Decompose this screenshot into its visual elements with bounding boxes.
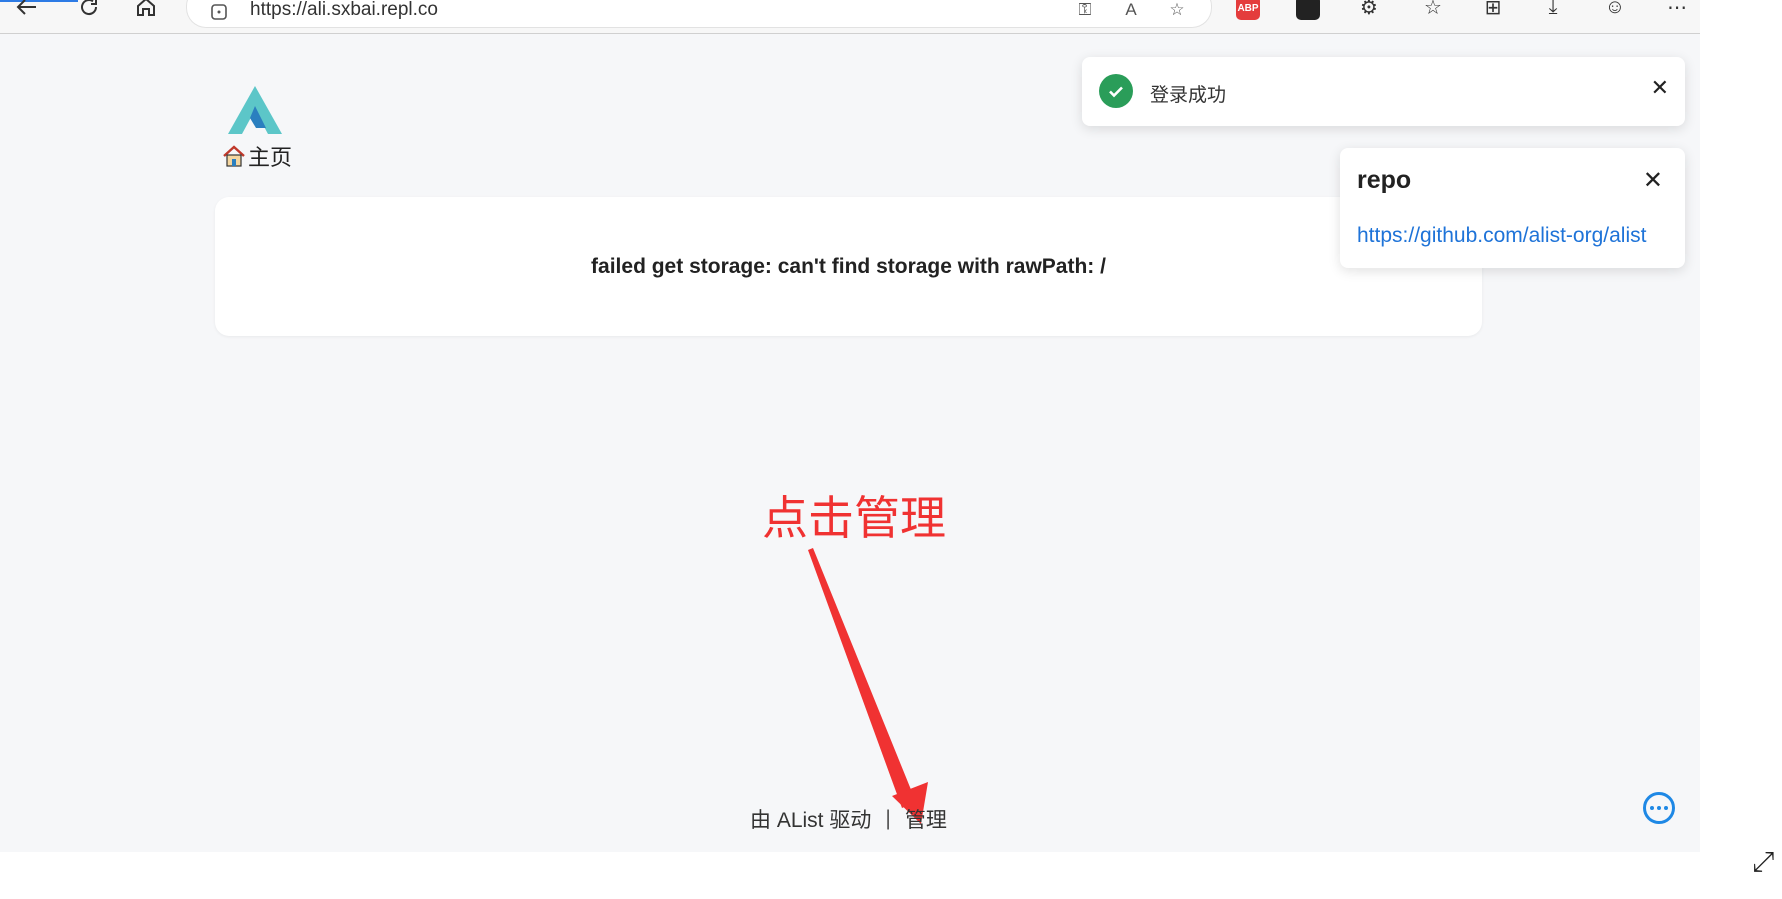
extensions-icon[interactable]: ⚙ (1356, 0, 1382, 20)
breadcrumb-home[interactable]: 主页 (248, 140, 292, 172)
browser-toolbar: https://ali.sxbai.repl.co ⚿ A ☆ ABP ⚙ ☆ … (0, 0, 1700, 34)
read-aloud-icon[interactable]: A (1120, 0, 1142, 22)
resize-handle-icon[interactable]: ⤢ (1752, 846, 1780, 880)
adblock-icon[interactable]: ABP (1236, 0, 1260, 20)
annotation-arrow (808, 548, 928, 824)
home-icon[interactable] (133, 0, 159, 20)
repo-notification: repo ✕ https://github.com/alist-org/alis… (1340, 148, 1685, 268)
favorites-icon[interactable]: ☆ (1420, 0, 1446, 20)
url-text[interactable]: https://ali.sxbai.repl.co (250, 0, 438, 21)
error-card: failed get storage: can't find storage w… (215, 197, 1482, 336)
site-info-icon[interactable] (210, 3, 228, 21)
repo-title: repo (1357, 166, 1412, 194)
add-favorite-icon[interactable]: ☆ (1166, 0, 1188, 22)
check-icon (1099, 74, 1133, 108)
error-message: failed get storage: can't find storage w… (591, 254, 1106, 278)
login-success-toast: 登录成功 ✕ (1082, 57, 1685, 126)
extension-icon[interactable] (1296, 0, 1320, 20)
repo-link[interactable]: https://github.com/alist-org/alist (1357, 224, 1646, 248)
dot-icon (1650, 806, 1654, 810)
house-icon (223, 145, 245, 167)
address-bar[interactable]: https://ali.sxbai.repl.co ⚿ A ☆ (186, 0, 1212, 28)
dot-icon (1664, 806, 1668, 810)
downloads-icon[interactable]: ⤓ (1540, 0, 1566, 20)
profile-avatar-icon[interactable]: ☺ (1602, 0, 1628, 20)
key-icon[interactable]: ⚿ (1074, 0, 1096, 22)
more-menu-icon[interactable]: ⋯ (1664, 0, 1690, 20)
close-icon[interactable]: ✕ (1651, 75, 1669, 101)
more-actions-button[interactable] (1643, 792, 1675, 824)
annotation-text: 点击管理 (762, 492, 946, 544)
refresh-icon[interactable] (76, 0, 102, 20)
manage-link[interactable]: 管理 (905, 804, 947, 834)
breadcrumb[interactable]: 主页 (222, 140, 292, 172)
footer: 由 AList 驱动 | 管理 (750, 804, 947, 834)
powered-by-text: 由 AList 驱动 (750, 809, 872, 832)
footer-separator: | (885, 807, 891, 830)
close-icon[interactable]: ✕ (1643, 166, 1663, 195)
dot-icon (1657, 806, 1661, 810)
collections-icon[interactable]: ⊞ (1480, 0, 1506, 20)
back-icon[interactable] (14, 0, 40, 20)
alist-logo[interactable] (226, 84, 284, 136)
toast-message: 登录成功 (1150, 85, 1227, 106)
